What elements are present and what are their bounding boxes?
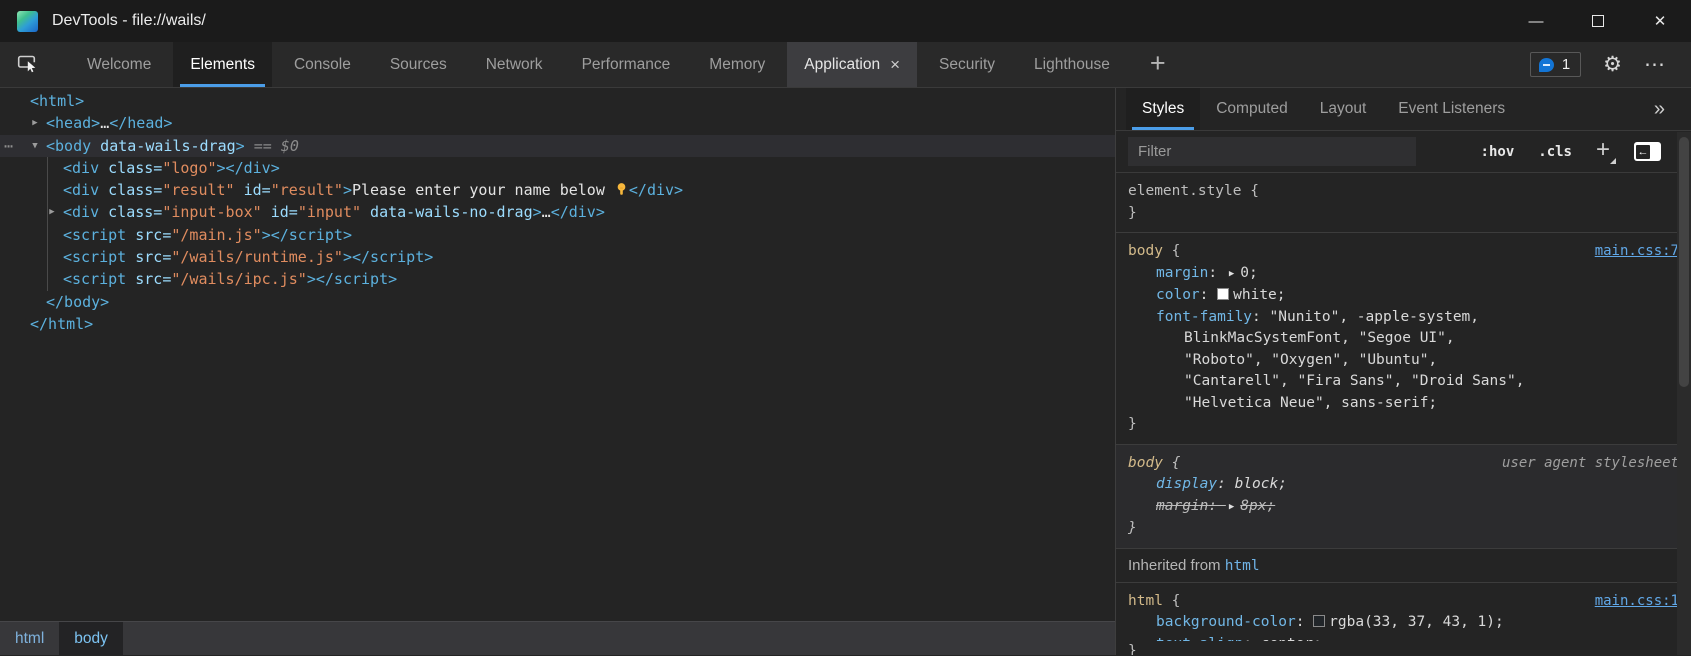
titlebar: DevTools - file://wails/ — ✕ bbox=[0, 0, 1691, 42]
overflow-tabs-icon[interactable]: » bbox=[1654, 98, 1691, 121]
styles-scrollbar[interactable] bbox=[1677, 132, 1691, 655]
style-rule-body: user agent stylesheetbody {display: bloc… bbox=[1116, 445, 1691, 549]
maximize-icon bbox=[1592, 15, 1604, 27]
expand-right-icon[interactable]: ▶ bbox=[29, 112, 41, 134]
tab-elements[interactable]: Elements bbox=[173, 42, 272, 87]
style-rule-html: main.css:1html {background-color: rgba(3… bbox=[1116, 583, 1691, 656]
dom-node-line[interactable]: <script src="/wails/ipc.js"></script> bbox=[0, 268, 1115, 290]
dom-node-line[interactable]: </body> bbox=[0, 291, 1115, 313]
close-button[interactable]: ✕ bbox=[1629, 0, 1691, 42]
rule-selector[interactable]: html bbox=[1128, 593, 1163, 609]
expand-shorthand-icon[interactable]: ▶ bbox=[1229, 497, 1234, 519]
tab-application[interactable]: Application× bbox=[787, 42, 917, 87]
tab-network[interactable]: Network bbox=[469, 42, 560, 87]
minimize-icon: — bbox=[1529, 13, 1544, 30]
settings-gear-icon[interactable]: ⚙ bbox=[1603, 54, 1622, 75]
dom-breadcrumb-bar: htmlbody bbox=[0, 621, 1115, 655]
css-property-font-family[interactable]: font-family: "Nunito", -apple-system, bbox=[1128, 307, 1679, 329]
dom-node-line[interactable]: ⋯▼<body data-wails-drag> == $0 bbox=[0, 135, 1115, 157]
inherited-node-link[interactable]: html bbox=[1225, 558, 1260, 574]
main-tabbar: WelcomeElementsConsoleSourcesNetworkPerf… bbox=[0, 42, 1691, 88]
styles-filter-input[interactable] bbox=[1128, 137, 1416, 166]
dom-tree: <html>▶<head>…</head>⋯▼<body data-wails-… bbox=[0, 88, 1115, 619]
window-title: DevTools - file://wails/ bbox=[52, 12, 206, 30]
css-property-margin[interactable]: margin: ▶8px; bbox=[1128, 496, 1679, 519]
color-swatch[interactable] bbox=[1217, 288, 1229, 300]
inherited-from-label: Inherited from bbox=[1128, 557, 1225, 574]
stylesheet-link[interactable]: main.css:7 bbox=[1595, 241, 1679, 263]
pointing-down-emoji bbox=[614, 181, 629, 199]
dom-node-line[interactable]: <script src="/wails/runtime.js"></script… bbox=[0, 246, 1115, 268]
sidebar-arrow-icon: ← bbox=[1636, 145, 1650, 159]
css-property-display[interactable]: display: block; bbox=[1128, 474, 1679, 496]
styles-tab-event-listeners[interactable]: Event Listeners bbox=[1382, 88, 1521, 130]
rule-selector[interactable]: body bbox=[1128, 243, 1163, 259]
inspect-element-button[interactable] bbox=[4, 42, 50, 87]
tab-lighthouse[interactable]: Lighthouse bbox=[1017, 42, 1127, 87]
window-controls: — ✕ bbox=[1505, 0, 1691, 42]
css-property-margin[interactable]: margin: ▶0; bbox=[1128, 263, 1679, 286]
style-rule-body: main.css:7body {margin: ▶0;color: white;… bbox=[1116, 233, 1691, 445]
tab-welcome[interactable]: Welcome bbox=[70, 42, 168, 87]
inspect-cursor-icon bbox=[15, 51, 39, 78]
styles-tabbar: StylesComputedLayoutEvent Listeners » bbox=[1116, 88, 1691, 131]
elements-panel: <html>▶<head>…</head>⋯▼<body data-wails-… bbox=[0, 88, 1116, 655]
tab-sources[interactable]: Sources bbox=[373, 42, 464, 87]
maximize-button[interactable] bbox=[1567, 0, 1629, 42]
dom-node-line[interactable]: ▶<div class="input-box" id="input" data-… bbox=[0, 201, 1115, 223]
styles-rules-list: element.style {}main.css:7body {margin: … bbox=[1116, 173, 1691, 655]
tabbar-right-controls: 1 ⚙ ⋯ bbox=[1530, 42, 1691, 87]
css-property-text-align[interactable]: text-align: center; bbox=[1128, 634, 1679, 641]
devtools-app-icon bbox=[17, 11, 38, 32]
tab-security[interactable]: Security bbox=[922, 42, 1012, 87]
breadcrumb-body[interactable]: body bbox=[59, 622, 123, 655]
toggle-element-classes-button[interactable]: .cls bbox=[1538, 144, 1572, 160]
dom-node-line[interactable]: ▶<head>…</head> bbox=[0, 112, 1115, 134]
stylesheet-origin-note: user agent stylesheet bbox=[1502, 453, 1679, 475]
inherited-from-header: Inherited from html bbox=[1116, 549, 1691, 583]
close-icon: ✕ bbox=[1654, 12, 1667, 30]
new-style-rule-button[interactable]: + bbox=[1596, 138, 1610, 162]
toggle-sidebar-icon[interactable]: ← bbox=[1634, 142, 1661, 161]
rule-selector[interactable]: body bbox=[1128, 455, 1163, 471]
devtools-window: DevTools - file://wails/ — ✕ WelcomeElem… bbox=[0, 0, 1691, 656]
rule-selector[interactable]: element.style bbox=[1128, 183, 1242, 199]
dom-node-line[interactable]: </html> bbox=[0, 313, 1115, 335]
customize-menu-icon[interactable]: ⋯ bbox=[1644, 54, 1667, 75]
dom-node-line[interactable]: <script src="/main.js"></script> bbox=[0, 224, 1115, 246]
dom-node-line[interactable]: <div class="result" id="result">Please e… bbox=[0, 179, 1115, 201]
issues-counter-button[interactable]: 1 bbox=[1530, 52, 1581, 77]
styles-tab-styles[interactable]: Styles bbox=[1126, 88, 1200, 130]
expand-right-icon[interactable]: ▶ bbox=[46, 201, 58, 223]
close-tab-icon[interactable]: × bbox=[890, 56, 900, 73]
style-rule-element-style: element.style {} bbox=[1116, 173, 1691, 233]
issues-count: 1 bbox=[1562, 56, 1570, 73]
scrollbar-thumb[interactable] bbox=[1679, 137, 1689, 387]
styles-toolbar: :hov .cls + ← bbox=[1116, 131, 1691, 173]
expand-down-icon[interactable]: ▼ bbox=[29, 135, 41, 157]
node-menu-dots-icon[interactable]: ⋯ bbox=[4, 135, 14, 157]
styles-tab-list: StylesComputedLayoutEvent Listeners bbox=[1126, 88, 1521, 130]
styles-tab-computed[interactable]: Computed bbox=[1200, 88, 1304, 130]
css-property-background-color[interactable]: background-color: rgba(33, 37, 43, 1); bbox=[1128, 612, 1679, 634]
color-swatch[interactable] bbox=[1313, 615, 1325, 627]
tab-performance[interactable]: Performance bbox=[565, 42, 688, 87]
tab-memory[interactable]: Memory bbox=[692, 42, 782, 87]
tab-console[interactable]: Console bbox=[277, 42, 368, 87]
expand-shorthand-icon[interactable]: ▶ bbox=[1229, 264, 1234, 286]
styles-panel: StylesComputedLayoutEvent Listeners » :h… bbox=[1116, 88, 1691, 655]
minimize-button[interactable]: — bbox=[1505, 0, 1567, 42]
breadcrumb-html[interactable]: html bbox=[0, 622, 59, 655]
devtools-content: <html>▶<head>…</head>⋯▼<body data-wails-… bbox=[0, 88, 1691, 655]
styles-tab-layout[interactable]: Layout bbox=[1304, 88, 1383, 130]
issues-bubble-icon bbox=[1539, 58, 1554, 72]
toggle-pseudo-state-button[interactable]: :hov bbox=[1481, 144, 1515, 160]
css-property-color[interactable]: color: white; bbox=[1128, 285, 1679, 307]
dom-node-line[interactable]: <html> bbox=[0, 90, 1115, 112]
dom-node-line[interactable]: <div class="logo"></div> bbox=[0, 157, 1115, 179]
stylesheet-link[interactable]: main.css:1 bbox=[1595, 591, 1679, 613]
more-tools-button[interactable]: + bbox=[1132, 48, 1184, 79]
panel-tabs: WelcomeElementsConsoleSourcesNetworkPerf… bbox=[70, 42, 1132, 87]
